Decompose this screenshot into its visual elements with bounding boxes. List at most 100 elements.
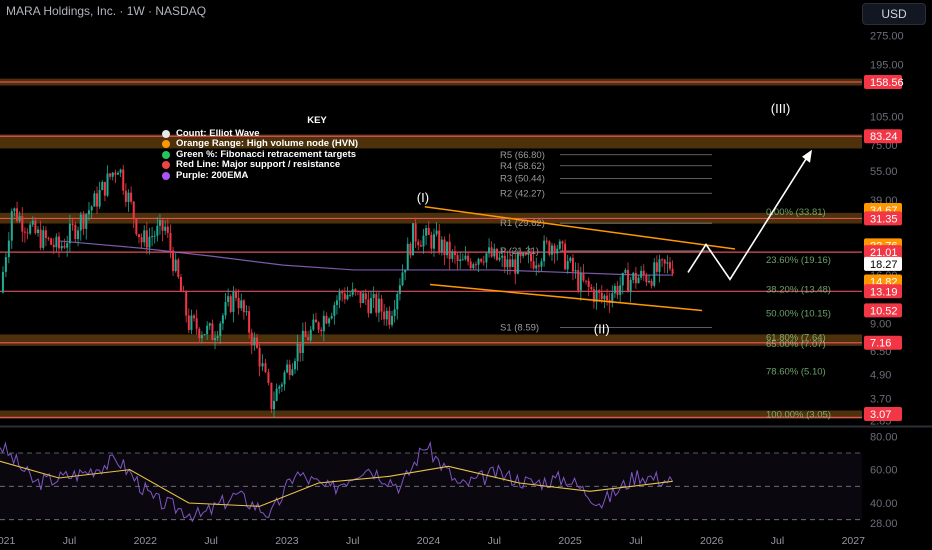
candle-body — [558, 241, 561, 249]
candle-body — [320, 329, 323, 332]
candle-body — [145, 230, 148, 248]
fib-label: 38.20% (13.48) — [766, 284, 831, 295]
candle-body — [1, 271, 4, 293]
candle-body — [18, 216, 21, 222]
candle-body — [585, 280, 588, 282]
candle-body — [240, 300, 243, 309]
candle-body — [206, 325, 209, 335]
candle-body — [603, 295, 606, 300]
candle-body — [214, 338, 217, 341]
time-axis-tick: Jul — [771, 535, 784, 547]
candle-body — [151, 236, 154, 238]
candle-body — [606, 295, 609, 301]
candle-body — [401, 272, 404, 286]
candle-body — [419, 245, 422, 247]
candle-body — [372, 294, 375, 299]
candle-body — [52, 244, 55, 248]
candle-body — [335, 300, 338, 305]
legend-label: Red Line: Major support / resistance — [176, 159, 341, 170]
candle-body — [10, 211, 13, 241]
candle-body — [156, 225, 159, 236]
candle-body — [349, 294, 352, 296]
candle-body — [467, 255, 470, 262]
candle-body — [485, 253, 488, 263]
time-axis-tick: 2027 — [842, 535, 866, 547]
candle-body — [571, 257, 574, 272]
candle-body — [359, 291, 362, 304]
candle-body — [330, 315, 333, 319]
candle-body — [480, 258, 483, 262]
candle-body — [598, 290, 601, 293]
candle-body — [198, 328, 201, 339]
fib-label: 50.00% (10.15) — [766, 308, 831, 319]
legend-dot — [162, 150, 170, 159]
price-axis-tick: 195.00 — [870, 60, 904, 72]
chart-canvas[interactable]: R5 (66.80)R4 (58.62)R3 (50.44) R2 (42.27)… — [0, 0, 932, 550]
candle-body — [501, 255, 504, 258]
candle-body — [169, 232, 172, 251]
candle-body — [39, 229, 42, 248]
price-label: 158.56 — [870, 77, 904, 89]
legend-key: KEY Count: Elliot Wave Orange Range: Hig… — [162, 115, 442, 181]
candle-body — [396, 293, 399, 310]
candle-body — [406, 243, 409, 271]
candle-body — [509, 259, 512, 268]
candle-body — [629, 279, 632, 293]
candle-body — [68, 223, 71, 244]
candle-body — [393, 309, 396, 316]
candle-body — [229, 296, 232, 312]
candle-body — [16, 208, 19, 222]
candle-body — [26, 232, 29, 234]
candle-body — [655, 262, 658, 272]
candle-body — [663, 259, 666, 264]
price-label: 3.07 — [870, 409, 891, 421]
candle-body — [261, 363, 264, 367]
candle-body — [275, 388, 278, 401]
candle-body — [582, 272, 585, 281]
candle-body — [317, 322, 320, 330]
candle-body — [216, 336, 219, 339]
candle-body — [82, 214, 85, 229]
candle-body — [338, 292, 341, 301]
candle-body — [111, 172, 114, 177]
pivot-label: R2 (42.27) — [500, 188, 545, 199]
candle-body — [577, 270, 580, 291]
candle-body — [619, 285, 622, 295]
fib-label: 65.00% (7.07) — [766, 339, 826, 350]
candle-body — [627, 269, 630, 293]
candle-body — [564, 243, 567, 270]
candle-body — [143, 230, 146, 243]
candle-body — [590, 286, 593, 290]
candle-body — [264, 363, 267, 373]
candle-body — [477, 258, 480, 265]
candle-body — [367, 299, 370, 314]
candle-body — [448, 241, 451, 259]
candle-body — [524, 252, 527, 255]
candle-body — [414, 223, 417, 242]
candle-body — [296, 343, 299, 362]
candle-body — [47, 238, 50, 240]
candle-body — [514, 259, 517, 274]
candle-body — [312, 319, 315, 330]
candle-body — [490, 247, 493, 257]
candle-body — [666, 262, 669, 264]
candle-body — [624, 269, 627, 273]
candle-body — [179, 276, 182, 291]
candle-body — [211, 323, 214, 341]
candle-body — [621, 272, 624, 286]
legend-item: Orange Range: High volume node (HVN) — [162, 138, 442, 150]
candle-body — [304, 330, 307, 338]
price-label: 7.16 — [870, 338, 891, 350]
legend-label: Purple: 200EMA — [176, 169, 249, 181]
candle-body — [60, 245, 63, 249]
candle-body — [174, 259, 177, 272]
candle-body — [650, 280, 653, 286]
candle-body — [4, 257, 7, 272]
currency-button[interactable]: USD — [862, 3, 926, 25]
candle-body — [185, 292, 188, 316]
candle-body — [31, 220, 34, 225]
time-axis-tick: Jul — [63, 535, 76, 547]
candle-body — [412, 223, 414, 256]
candle-body — [161, 220, 164, 231]
candle-body — [370, 298, 373, 314]
